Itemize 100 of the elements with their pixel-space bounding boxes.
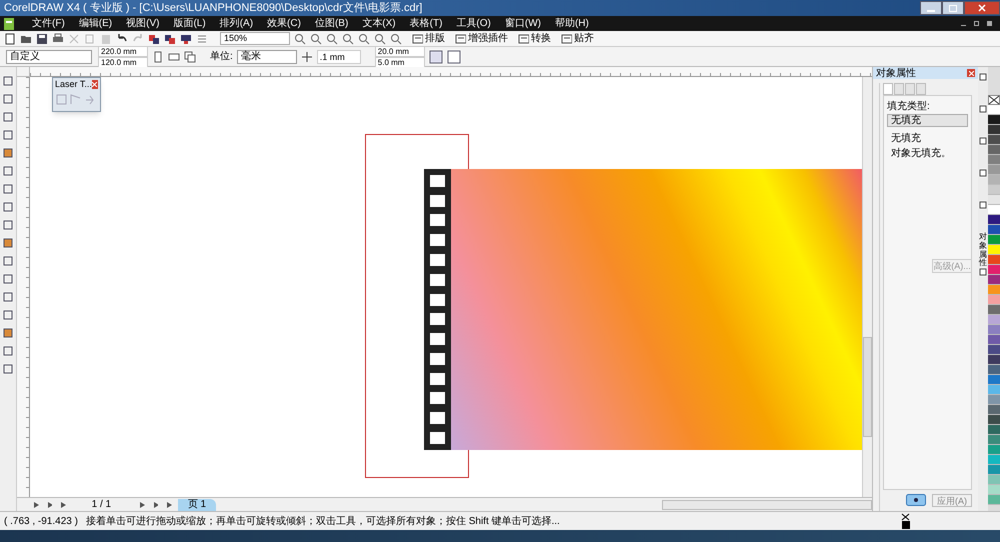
- color-swatch[interactable]: [988, 185, 1000, 195]
- plugin-button[interactable]: 转换: [518, 31, 551, 46]
- close-button[interactable]: [92, 80, 98, 89]
- duplicate-y-field[interactable]: 5.0 mm: [374, 56, 425, 68]
- color-swatch[interactable]: [988, 215, 1000, 225]
- menu-item[interactable]: 工具(O): [450, 16, 497, 31]
- close-button[interactable]: [964, 1, 1000, 15]
- menu-item[interactable]: 文本(X): [356, 16, 402, 31]
- zoom-dropdown[interactable]: 150%: [220, 32, 290, 45]
- color-swatch[interactable]: [988, 105, 1000, 115]
- color-swatch[interactable]: [988, 295, 1000, 305]
- color-swatch[interactable]: [988, 225, 1000, 235]
- horizontal-scrollbar[interactable]: [662, 500, 872, 510]
- panel-icon[interactable]: [412, 33, 423, 44]
- color-swatch[interactable]: [988, 135, 1000, 145]
- panel-icon[interactable]: [561, 33, 572, 44]
- color-swatch[interactable]: [988, 495, 1000, 505]
- next-page-icon[interactable]: [137, 500, 145, 509]
- page-layout-icon[interactable]: [428, 50, 443, 64]
- duplicate-x-field[interactable]: 20.0 mm: [374, 46, 425, 56]
- doc-restore-icon[interactable]: [974, 21, 979, 26]
- export-icon[interactable]: [164, 32, 176, 44]
- menu-item[interactable]: 文件(F): [26, 16, 71, 31]
- color-swatch[interactable]: [988, 485, 1000, 495]
- color-swatch[interactable]: [988, 335, 1000, 345]
- panel-icon[interactable]: [518, 33, 529, 44]
- units-dropdown[interactable]: 毫米: [236, 50, 297, 64]
- menu-item[interactable]: 版面(L): [167, 16, 212, 31]
- color-swatch[interactable]: [988, 265, 1000, 275]
- color-swatch[interactable]: [988, 425, 1000, 435]
- nudge-icon[interactable]: [300, 50, 313, 62]
- drawing-canvas[interactable]: Laser T...: [30, 77, 872, 497]
- menu-item[interactable]: 效果(C): [261, 16, 307, 31]
- docker-tab-icon[interactable]: [979, 201, 987, 209]
- fill-type-dropdown[interactable]: 无填充: [887, 114, 968, 127]
- color-swatch[interactable]: [988, 235, 1000, 245]
- color-swatch[interactable]: [988, 275, 1000, 285]
- color-swatch[interactable]: [988, 165, 1000, 175]
- color-swatch[interactable]: [988, 465, 1000, 475]
- color-swatch[interactable]: [988, 375, 1000, 385]
- color-swatch[interactable]: [988, 415, 1000, 425]
- menu-item[interactable]: 位图(B): [308, 16, 354, 31]
- color-swatch[interactable]: [988, 175, 1000, 185]
- color-swatch[interactable]: [988, 325, 1000, 335]
- color-swatch[interactable]: [988, 255, 1000, 265]
- all-pages-icon[interactable]: [184, 50, 196, 62]
- lock-icon[interactable]: [906, 494, 926, 506]
- menu-item[interactable]: 窗口(W): [498, 16, 547, 31]
- color-swatch[interactable]: [988, 315, 1000, 325]
- menu-item[interactable]: 排列(A): [214, 16, 260, 31]
- color-swatch[interactable]: [988, 115, 1000, 125]
- color-swatch[interactable]: [988, 395, 1000, 405]
- docker-side-tab[interactable]: 对象属性: [979, 233, 987, 268]
- save-icon[interactable]: [36, 32, 48, 44]
- menu-item[interactable]: 视图(V): [120, 16, 166, 31]
- color-swatch[interactable]: [988, 155, 1000, 165]
- color-swatch[interactable]: [988, 285, 1000, 295]
- color-swatch[interactable]: [988, 455, 1000, 465]
- docker-tab-icon[interactable]: [979, 105, 987, 113]
- color-swatch[interactable]: [988, 145, 1000, 155]
- maximize-button[interactable]: [942, 1, 964, 15]
- portrait-icon[interactable]: [152, 50, 164, 62]
- nudge-field[interactable]: .1 mm: [316, 50, 361, 64]
- docker-tab-icon[interactable]: [979, 268, 987, 276]
- color-swatch[interactable]: [988, 355, 1000, 365]
- color-swatch[interactable]: [988, 445, 1000, 455]
- page-size-dropdown[interactable]: 自定义: [6, 50, 92, 64]
- menu-item[interactable]: 表格(T): [404, 16, 448, 31]
- printer-icon[interactable]: [52, 32, 64, 44]
- color-swatch[interactable]: [988, 435, 1000, 445]
- docker-tab-icon[interactable]: [979, 169, 987, 177]
- page-layout-icon[interactable]: [446, 50, 461, 64]
- vertical-scrollbar[interactable]: [862, 77, 872, 497]
- minimize-button[interactable]: [920, 1, 942, 15]
- plugin-button[interactable]: 排版: [412, 31, 445, 46]
- new-document-icon[interactable]: [4, 32, 16, 44]
- color-swatch[interactable]: [988, 345, 1000, 355]
- color-swatch[interactable]: [988, 245, 1000, 255]
- menu-item[interactable]: 帮助(H): [548, 16, 595, 31]
- plugin-button[interactable]: 贴齐: [561, 31, 594, 46]
- plugin-button[interactable]: 增强插件: [455, 31, 508, 46]
- docker-tab-icon[interactable]: [979, 137, 987, 145]
- import-icon[interactable]: [148, 32, 160, 44]
- color-swatch[interactable]: [988, 195, 1000, 205]
- page-width-field[interactable]: 220.0 mm: [98, 46, 148, 56]
- color-swatch[interactable]: [988, 385, 1000, 395]
- menu-item[interactable]: 编辑(E): [72, 16, 118, 31]
- color-swatch[interactable]: [988, 125, 1000, 135]
- docker-tab-icon[interactable]: [979, 73, 987, 81]
- options-icon[interactable]: [196, 32, 208, 44]
- panel-icon[interactable]: [455, 33, 466, 44]
- color-swatch[interactable]: [988, 305, 1000, 315]
- launcher-icon[interactable]: [180, 32, 192, 44]
- page-height-field[interactable]: 120.0 mm: [98, 56, 148, 68]
- color-swatch[interactable]: [988, 365, 1000, 375]
- landscape-icon[interactable]: [168, 50, 180, 62]
- page-tab[interactable]: 页 1: [178, 498, 216, 510]
- color-swatch[interactable]: [988, 405, 1000, 415]
- color-swatch[interactable]: [988, 475, 1000, 485]
- no-color-icon[interactable]: [988, 95, 1000, 105]
